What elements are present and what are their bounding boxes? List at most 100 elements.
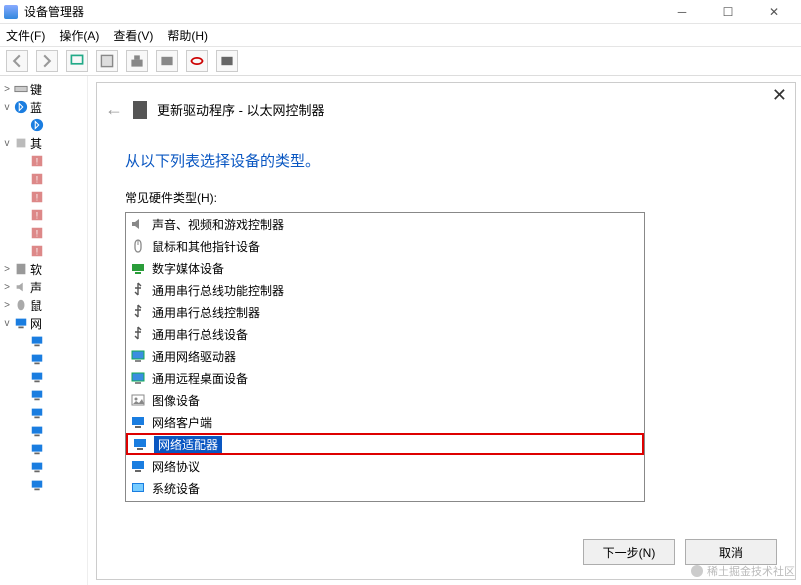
- tree-node[interactable]: [2, 476, 85, 494]
- toolbar-btn7[interactable]: [186, 50, 208, 72]
- hardware-type-item[interactable]: 系统设备: [126, 477, 644, 499]
- menu-action[interactable]: 操作(A): [59, 27, 99, 44]
- tree-item-icon: [14, 136, 28, 150]
- tree-node[interactable]: [2, 332, 85, 350]
- expand-icon[interactable]: v: [2, 318, 12, 329]
- hardware-type-item[interactable]: 通用串行总线功能控制器: [126, 279, 644, 301]
- dialog-close-button[interactable]: ✕: [772, 85, 787, 106]
- hardware-type-label: 通用串行总线设备: [152, 326, 248, 343]
- tree-node[interactable]: >鼠: [2, 296, 85, 314]
- hardware-type-label: 通用串行总线功能控制器: [152, 282, 284, 299]
- tree-node[interactable]: [2, 368, 85, 386]
- hardware-type-item[interactable]: 网络客户端: [126, 411, 644, 433]
- back-arrow-icon[interactable]: ←: [105, 99, 123, 120]
- toolbar-btn6[interactable]: [156, 50, 178, 72]
- usb-icon: [130, 282, 146, 298]
- tree-item-icon: [14, 100, 28, 114]
- tree-node[interactable]: !: [2, 170, 85, 188]
- usb-icon: [130, 326, 146, 342]
- menu-help[interactable]: 帮助(H): [167, 27, 208, 44]
- update-driver-dialog: ✕ ← 更新驱动程序 - 以太网控制器 从以下列表选择设备的类型。 常见硬件类型…: [96, 82, 796, 580]
- hardware-type-item[interactable]: 网络适配器: [126, 433, 644, 455]
- hardware-type-label: 系统设备: [152, 480, 200, 497]
- tree-node[interactable]: [2, 440, 85, 458]
- toolbar-back[interactable]: [6, 50, 28, 72]
- toolbar-btn8[interactable]: [216, 50, 238, 72]
- tree-item-icon: [30, 460, 44, 474]
- tree-item-label: 网: [30, 315, 42, 332]
- toolbar: [0, 46, 801, 76]
- hardware-type-label: 图像设备: [152, 392, 200, 409]
- tree-node[interactable]: !: [2, 206, 85, 224]
- tree-node[interactable]: [2, 386, 85, 404]
- maximize-button[interactable]: ☐: [705, 0, 751, 24]
- hardware-type-label: 通用网络驱动器: [152, 348, 236, 365]
- tree-node[interactable]: !: [2, 188, 85, 206]
- tree-node[interactable]: v蓝: [2, 98, 85, 116]
- tree-item-label: 键: [30, 81, 42, 98]
- expand-icon[interactable]: v: [2, 102, 12, 113]
- expand-icon[interactable]: >: [2, 264, 12, 275]
- expand-icon[interactable]: >: [2, 282, 12, 293]
- hardware-type-label: 网络适配器: [154, 436, 222, 453]
- toolbar-btn4[interactable]: [96, 50, 118, 72]
- hardware-type-item[interactable]: 声音、视频和游戏控制器: [126, 213, 644, 235]
- device-icon: [133, 101, 147, 119]
- expand-icon[interactable]: v: [2, 138, 12, 149]
- hardware-type-label: 通用远程桌面设备: [152, 370, 248, 387]
- tree-item-icon: [30, 118, 44, 132]
- hardware-type-item[interactable]: 鼠标和其他指针设备: [126, 235, 644, 257]
- tree-node[interactable]: !: [2, 152, 85, 170]
- tree-node[interactable]: !: [2, 242, 85, 260]
- tree-node[interactable]: v网: [2, 314, 85, 332]
- image-icon: [130, 392, 146, 408]
- toolbar-forward[interactable]: [36, 50, 58, 72]
- tree-item-label: 蓝: [30, 99, 42, 116]
- menu-view[interactable]: 查看(V): [113, 27, 153, 44]
- hardware-type-item[interactable]: 网络协议: [126, 455, 644, 477]
- device-tree[interactable]: >键v蓝v其!!!!!!>软>声>鼠v网: [0, 76, 88, 585]
- dialog-title: 更新驱动程序 - 以太网控制器: [157, 100, 325, 119]
- hardware-type-item[interactable]: 通用远程桌面设备: [126, 367, 644, 389]
- close-button[interactable]: ✕: [751, 0, 797, 24]
- hardware-type-list[interactable]: 声音、视频和游戏控制器鼠标和其他指针设备数字媒体设备通用串行总线功能控制器通用串…: [125, 212, 645, 502]
- expand-icon[interactable]: >: [2, 300, 12, 311]
- tree-node[interactable]: !: [2, 224, 85, 242]
- minimize-button[interactable]: ─: [659, 0, 705, 24]
- window-title: 设备管理器: [24, 3, 84, 20]
- hardware-type-item[interactable]: 图像设备: [126, 389, 644, 411]
- svg-text:!: !: [36, 247, 38, 257]
- tree-item-icon: !: [30, 154, 44, 168]
- menu-file[interactable]: 文件(F): [6, 27, 45, 44]
- next-button[interactable]: 下一步(N): [583, 539, 675, 565]
- hardware-type-item[interactable]: 通用网络驱动器: [126, 345, 644, 367]
- hardware-type-item[interactable]: 通用串行总线控制器: [126, 301, 644, 323]
- tree-item-icon: !: [30, 172, 44, 186]
- tree-node[interactable]: >软: [2, 260, 85, 278]
- tree-node[interactable]: [2, 404, 85, 422]
- hardware-type-item[interactable]: 数字媒体设备: [126, 257, 644, 279]
- hardware-type-label: 网络协议: [152, 458, 200, 475]
- tree-node[interactable]: [2, 422, 85, 440]
- watermark-text: 稀土掘金技术社区: [707, 563, 795, 579]
- cancel-button[interactable]: 取消: [685, 539, 777, 565]
- list-label: 常见硬件类型(H):: [125, 189, 795, 206]
- tree-item-icon: [14, 262, 28, 276]
- hardware-type-label: 网络客户端: [152, 414, 212, 431]
- tree-node[interactable]: [2, 116, 85, 134]
- toolbar-scan[interactable]: [66, 50, 88, 72]
- tree-node[interactable]: [2, 350, 85, 368]
- tree-item-label: 声: [30, 279, 42, 296]
- hardware-type-label: 通用串行总线控制器: [152, 304, 260, 321]
- toolbar-btn5[interactable]: [126, 50, 148, 72]
- window-controls: ─ ☐ ✕: [659, 0, 797, 24]
- tree-node[interactable]: >声: [2, 278, 85, 296]
- window-titlebar: 设备管理器 ─ ☐ ✕: [0, 0, 801, 24]
- expand-icon[interactable]: >: [2, 84, 12, 95]
- watermark-icon: [691, 565, 703, 577]
- hardware-type-item[interactable]: 通用串行总线设备: [126, 323, 644, 345]
- monitor-icon: [130, 370, 146, 386]
- tree-node[interactable]: [2, 458, 85, 476]
- tree-node[interactable]: >键: [2, 80, 85, 98]
- tree-node[interactable]: v其: [2, 134, 85, 152]
